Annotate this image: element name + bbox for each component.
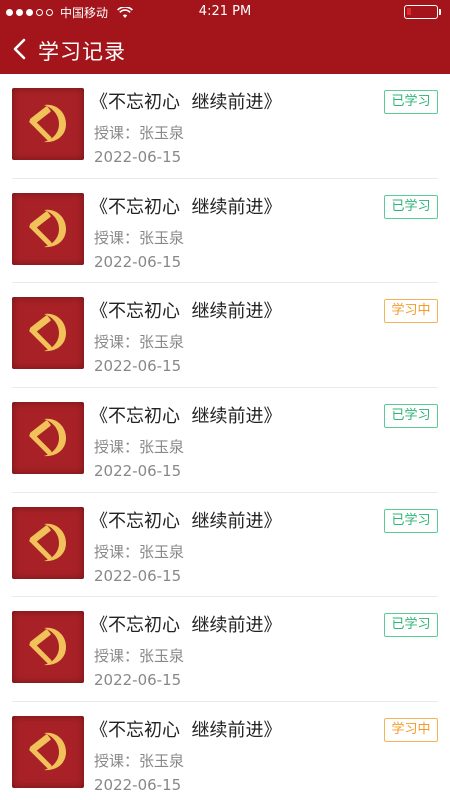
record-thumbnail: [12, 716, 84, 789]
record-date: 2022-06-15: [94, 148, 182, 166]
record-title: 《不忘初心 继续前进》: [90, 92, 282, 113]
hammer-sickle-icon: [29, 104, 66, 143]
record-item[interactable]: 《不忘初心 继续前进》 授课：张玉泉 2022-06-15 学习中: [12, 283, 438, 389]
record-date: 2022-06-15: [94, 566, 182, 585]
status-badge: 已学习: [384, 90, 438, 114]
record-title: 《不忘初心 继续前进》: [90, 301, 282, 323]
status-bar: 中国移动 4:21 PM: [0, 0, 450, 24]
status-badge: 已学习: [384, 508, 438, 533]
status-badge: 已学习: [384, 404, 438, 429]
record-teacher: 授课：张玉泉: [94, 438, 185, 457]
hammer-sickle-icon: [29, 628, 66, 666]
status-badge: 已学习: [384, 194, 438, 219]
record-list: 《不忘初心 继续前进》 授课：张玉泉 2022-06-15 已学习 《不忘初心 …: [0, 74, 450, 800]
record-date: 2022-06-15: [94, 357, 182, 376]
record-thumbnail: [12, 192, 84, 265]
record-date: 2022-06-15: [94, 462, 182, 481]
page-title: 学习记录: [38, 40, 126, 64]
hammer-sickle-icon: [29, 314, 66, 352]
hammer-sickle-icon: [29, 418, 66, 457]
battery-level: [407, 8, 411, 15]
record-item[interactable]: 《不忘初心 继续前进》 授课：张玉泉 2022-06-15 学习中: [12, 702, 438, 800]
record-item[interactable]: 《不忘初心 继续前进》 授课：张玉泉 2022-06-15 已学习: [12, 597, 438, 703]
record-teacher: 授课：张玉泉: [94, 228, 185, 247]
hammer-sickle-icon: [29, 523, 66, 561]
record-teacher: 授课：张玉泉: [94, 647, 185, 666]
hammer-sickle-icon: [29, 209, 66, 247]
record-item[interactable]: 《不忘初心 继续前进》 授课：张玉泉 2022-06-15 已学习: [12, 493, 438, 598]
record-item[interactable]: 《不忘初心 继续前进》 授课：张玉泉 2022-06-15 已学习: [12, 388, 438, 493]
record-title: 《不忘初心 继续前进》: [90, 510, 282, 532]
status-time: 4:21 PM: [198, 4, 252, 19]
record-title: 《不忘初心 继续前进》: [90, 615, 282, 637]
record-teacher: 授课：张玉泉: [94, 542, 185, 561]
record-item[interactable]: 《不忘初心 继续前进》 授课：张玉泉 2022-06-15 已学习: [12, 179, 438, 284]
record-teacher: 授课：张玉泉: [94, 124, 185, 142]
record-item[interactable]: 《不忘初心 继续前进》 授课：张玉泉 2022-06-15 已学习: [12, 74, 438, 179]
status-badge: 已学习: [384, 613, 438, 638]
record-date: 2022-06-15: [94, 671, 182, 690]
battery-icon: [404, 5, 441, 19]
record-date: 2022-06-15: [94, 252, 182, 271]
header: 中国移动 4:21 PM 学习记录: [0, 0, 450, 74]
record-title: 《不忘初心 继续前进》: [90, 196, 282, 218]
record-title: 《不忘初心 继续前进》: [90, 720, 282, 742]
record-title: 《不忘初心 继续前进》: [90, 406, 282, 428]
record-thumbnail: [12, 88, 84, 160]
record-thumbnail: [12, 297, 84, 370]
record-teacher: 授课：张玉泉: [94, 752, 185, 771]
record-thumbnail: [12, 611, 84, 684]
record-date: 2022-06-15: [94, 776, 182, 795]
record-teacher: 授课：张玉泉: [94, 333, 185, 352]
record-thumbnail: [12, 506, 84, 579]
record-thumbnail: [12, 402, 84, 475]
status-badge: 学习中: [384, 299, 438, 324]
nav-bar: 学习记录: [0, 24, 450, 74]
status-badge: 学习中: [384, 718, 438, 743]
back-arrow-icon[interactable]: [10, 35, 30, 63]
hammer-sickle-icon: [29, 732, 66, 771]
